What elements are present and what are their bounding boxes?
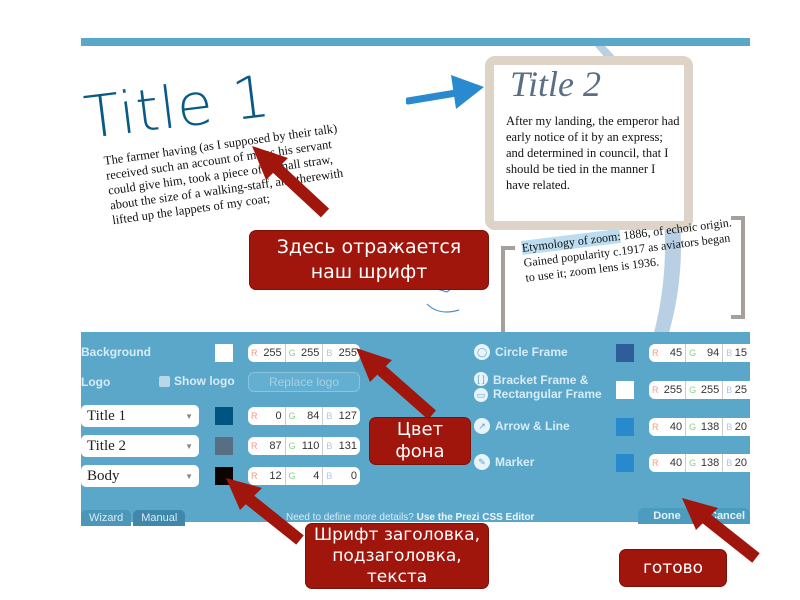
callout-line: Цвет — [396, 419, 444, 440]
annotation-arrow-to-font-swatch — [226, 478, 304, 545]
callout-font-preview: Здесь отражается наш шрифт — [250, 231, 488, 289]
callout-line: наш шрифт — [310, 261, 428, 283]
annotation-arrows — [226, 146, 760, 563]
callout-line: текста — [366, 566, 428, 587]
callout-font-types: Шрифт заголовка, подзаголовка, текста — [306, 524, 488, 588]
callout-line: фона — [395, 441, 445, 462]
annotation-arrow-to-done — [682, 498, 760, 563]
callout-line: Шрифт заголовка, — [313, 524, 481, 545]
callout-line: подзаголовка, — [332, 545, 462, 566]
annotation-arrow-to-bg-rgb — [356, 348, 436, 420]
annotation-arrow-to-title — [252, 146, 330, 218]
callout-done: готово — [620, 550, 726, 586]
callout-line: Здесь отражается — [276, 236, 462, 258]
callout-bg-color: Цвет фона — [370, 418, 470, 464]
